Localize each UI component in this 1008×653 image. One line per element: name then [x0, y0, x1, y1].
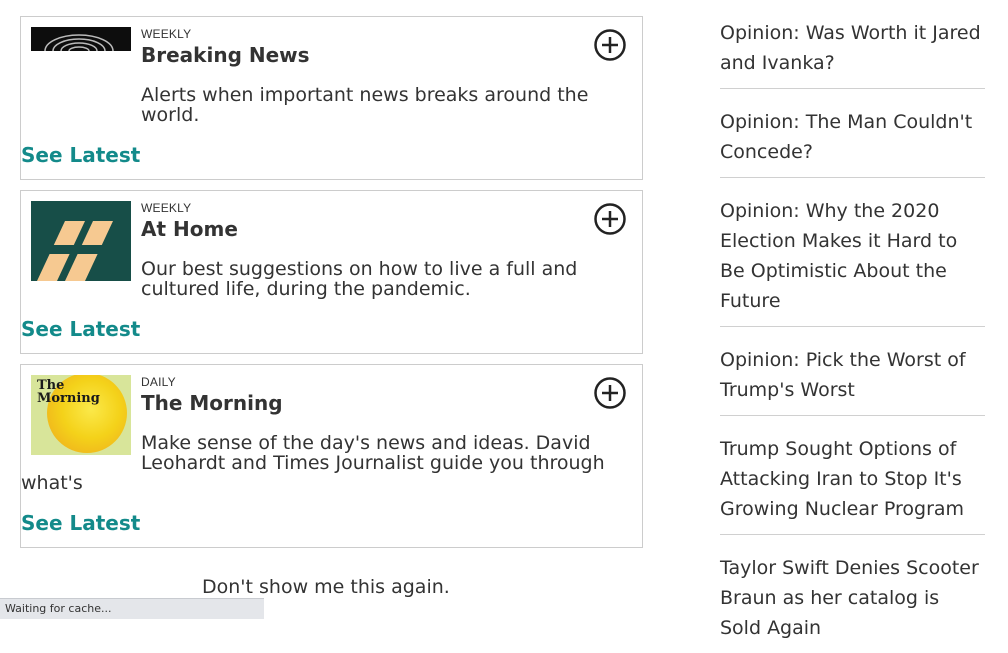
- newsletter-description: Alerts when important news breaks around…: [141, 84, 589, 126]
- sidebar-article-link[interactable]: Opinion: The Man Couldn't Concede?: [720, 89, 985, 178]
- see-latest-link[interactable]: See Latest: [21, 125, 642, 167]
- frequency-label: WEEKLY: [141, 27, 192, 41]
- related-articles-sidebar: Opinion: Was Worth it Jared and Ivanka? …: [720, 0, 985, 653]
- newsletter-card-the-morning: The Morning DAILY The Morning Make sense…: [20, 364, 643, 548]
- subscribe-plus-icon[interactable]: [594, 29, 626, 61]
- see-latest-link[interactable]: See Latest: [21, 493, 642, 535]
- newsletter-card-at-home: WEEKLY At Home Our best suggestions on h…: [20, 190, 643, 354]
- newsletter-title: The Morning: [141, 391, 283, 415]
- subscribe-plus-icon[interactable]: [594, 377, 626, 409]
- newsletter-card-breaking-news: WEEKLY Breaking News Alerts when importa…: [20, 16, 643, 180]
- frequency-label: WEEKLY: [141, 201, 192, 215]
- at-home-thumbnail: [31, 201, 131, 281]
- breaking-news-thumbnail: [31, 27, 131, 51]
- newsletter-title: Breaking News: [141, 43, 310, 67]
- sidebar-article-link[interactable]: Opinion: Was Worth it Jared and Ivanka?: [720, 0, 985, 89]
- newsletter-title: At Home: [141, 217, 238, 241]
- frequency-label: DAILY: [141, 375, 176, 389]
- see-latest-link[interactable]: See Latest: [21, 299, 642, 341]
- sidebar-article-link[interactable]: Taylor Swift Denies Scooter Braun as her…: [720, 535, 985, 653]
- sidebar-article-link[interactable]: Opinion: Why the 2020 Election Makes it …: [720, 178, 985, 327]
- the-morning-logo-text: The Morning: [37, 378, 100, 406]
- browser-status-bar: Waiting for cache...: [0, 598, 264, 619]
- newsletter-description: Our best suggestions on how to live a fu…: [141, 258, 578, 300]
- sidebar-article-link[interactable]: Trump Sought Options of Attacking Iran t…: [720, 416, 985, 535]
- the-morning-thumbnail: The Morning: [31, 375, 131, 455]
- dont-show-again-link[interactable]: Don't show me this again.: [202, 576, 450, 598]
- sidebar-article-link[interactable]: Opinion: Pick the Worst of Trump's Worst: [720, 327, 985, 416]
- subscribe-plus-icon[interactable]: [594, 203, 626, 235]
